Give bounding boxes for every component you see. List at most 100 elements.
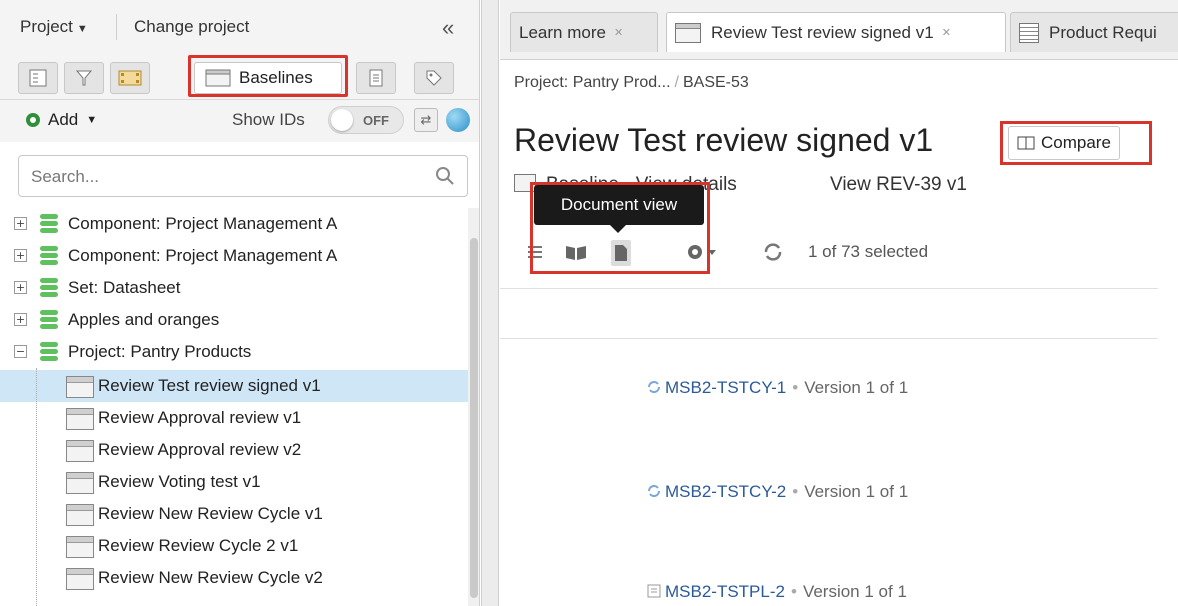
test-plan-icon <box>647 584 661 598</box>
sync-icon[interactable]: ⇄ <box>414 108 438 132</box>
breadcrumb-item: BASE-53 <box>682 74 749 91</box>
tree-node-label: Apples and oranges <box>68 310 220 329</box>
refresh-icon[interactable] <box>762 240 784 264</box>
toggle-knob <box>331 109 353 131</box>
expand-icon[interactable]: + <box>14 281 27 294</box>
document-item[interactable]: MSB2-TSTCY-1 • Version 1 of 1 <box>646 378 908 398</box>
baseline-item-label: Review Approval review v2 <box>98 440 302 459</box>
tree-node[interactable]: + Set: Datasheet <box>0 272 470 304</box>
clipboard-icon <box>369 69 383 87</box>
collapse-icon[interactable]: − <box>14 345 27 358</box>
expand-icon[interactable]: + <box>14 249 27 262</box>
divider <box>500 288 1158 289</box>
separator-dot: • <box>792 378 799 397</box>
view-review-link[interactable]: View REV-39 v1 <box>830 174 967 196</box>
item-version: Version 1 of 1 <box>804 482 909 501</box>
baseline-item[interactable]: Review New Review Cycle v1 <box>0 498 470 530</box>
divider <box>500 338 1158 339</box>
panel-splitter[interactable] <box>481 0 499 606</box>
database-icon <box>40 342 58 362</box>
item-id-link[interactable]: MSB2-TSTCY-2 <box>665 482 786 501</box>
toggle-state: OFF <box>363 113 389 128</box>
search-input[interactable] <box>31 165 411 189</box>
add-button[interactable]: Add ▼ <box>26 110 97 130</box>
add-icon <box>26 113 40 127</box>
tag-icon <box>426 70 442 86</box>
breadcrumb: Project: Pantry Prod... / BASE-53 <box>514 74 749 92</box>
tab-filters[interactable] <box>64 62 104 94</box>
separator-dot: • <box>792 482 799 501</box>
baseline-icon <box>675 22 701 43</box>
expand-icon[interactable]: + <box>14 217 27 230</box>
tree-view-icon <box>29 69 47 87</box>
baseline-icon <box>66 536 94 558</box>
baseline-icon <box>66 376 94 398</box>
scrollbar-thumb[interactable] <box>470 238 478 598</box>
tree-node[interactable]: − Project: Pantry Products <box>0 336 470 368</box>
separator-dot: • <box>790 582 797 601</box>
tree-node[interactable]: + Apples and oranges <box>0 304 470 336</box>
selection-count: 1 of 73 selected <box>808 242 929 261</box>
baseline-icon <box>66 472 94 494</box>
database-icon <box>40 310 58 330</box>
search-box <box>18 155 468 197</box>
document-item[interactable]: MSB2-TSTPL-2 • Version 1 of 1 <box>646 582 907 602</box>
tree-scrollbar[interactable] <box>468 208 479 606</box>
filter-icon <box>75 70 93 86</box>
show-ids-toggle[interactable]: OFF <box>328 106 404 134</box>
baseline-icon <box>66 504 94 526</box>
baseline-icon <box>66 440 94 462</box>
database-icon <box>40 214 58 234</box>
baseline-item[interactable]: Review Review Cycle 2 v1 <box>0 530 470 562</box>
add-label: Add <box>48 110 79 129</box>
item-version: Version 1 of 1 <box>804 378 909 397</box>
test-case-icon <box>648 485 660 497</box>
baseline-item-label: Review Approval review v1 <box>98 408 302 427</box>
tab-label: Review Test review signed v1 <box>711 22 934 42</box>
baseline-item[interactable]: Review Approval review v2 <box>0 434 470 466</box>
baseline-item-label: Review New Review Cycle v2 <box>98 568 323 587</box>
item-version: Version 1 of 1 <box>802 582 907 601</box>
left-panel: Project ▼ Change project « Baselines Add … <box>0 0 480 606</box>
database-icon <box>40 246 58 266</box>
tree-guide-line <box>36 368 37 606</box>
show-ids-label: Show IDs <box>232 110 305 129</box>
tab-review-test[interactable]: Review Test review signed v1 ✕ <box>666 12 1006 52</box>
tab-learn-more[interactable]: Learn more ✕ <box>510 12 658 52</box>
baseline-item-label: Review Test review signed v1 <box>98 376 321 395</box>
tab-tree[interactable] <box>18 62 58 94</box>
project-menu[interactable]: Project ▼ <box>20 17 88 37</box>
tree-node[interactable]: + Component: Project Management A <box>0 208 470 240</box>
breadcrumb-project[interactable]: Project: Pantry Prod... <box>514 74 671 91</box>
baseline-item[interactable]: Review Voting test v1 <box>0 466 470 498</box>
baseline-icon <box>66 568 94 590</box>
tab-documents[interactable] <box>356 62 396 94</box>
collapse-panel-icon[interactable]: « <box>442 15 454 41</box>
close-icon[interactable]: ✕ <box>942 26 951 39</box>
close-icon[interactable]: ✕ <box>614 26 623 39</box>
globe-icon[interactable] <box>446 108 470 132</box>
film-strip-icon <box>118 70 142 86</box>
tree-node[interactable]: + Component: Project Management A <box>0 240 470 272</box>
database-icon <box>40 278 58 298</box>
expand-icon[interactable]: + <box>14 313 27 326</box>
baseline-item-label: Review Voting test v1 <box>98 472 261 491</box>
highlight-compare <box>1000 121 1152 165</box>
change-project-link[interactable]: Change project <box>134 17 249 37</box>
tab-reviews[interactable] <box>110 62 150 94</box>
tab-tags[interactable] <box>414 62 454 94</box>
test-case-icon <box>648 381 660 393</box>
breadcrumb-separator: / <box>674 74 679 91</box>
item-id-link[interactable]: MSB2-TSTPL-2 <box>665 582 785 601</box>
search-icon[interactable] <box>435 166 455 186</box>
baseline-item-selected[interactable]: Review Test review signed v1 <box>0 370 470 402</box>
baseline-item[interactable]: Review New Review Cycle v2 <box>0 562 470 594</box>
page-title: Review Test review signed v1 <box>514 122 934 158</box>
baseline-item-label: Review Review Cycle 2 v1 <box>98 536 299 555</box>
tab-product-requirements[interactable]: Product Requi <box>1010 12 1178 52</box>
highlight-view-toolbar <box>530 182 710 274</box>
item-id-link[interactable]: MSB2-TSTCY-1 <box>665 378 786 397</box>
document-item[interactable]: MSB2-TSTCY-2 • Version 1 of 1 <box>646 482 908 502</box>
project-menu-label: Project <box>20 17 73 36</box>
baseline-item[interactable]: Review Approval review v1 <box>0 402 470 434</box>
